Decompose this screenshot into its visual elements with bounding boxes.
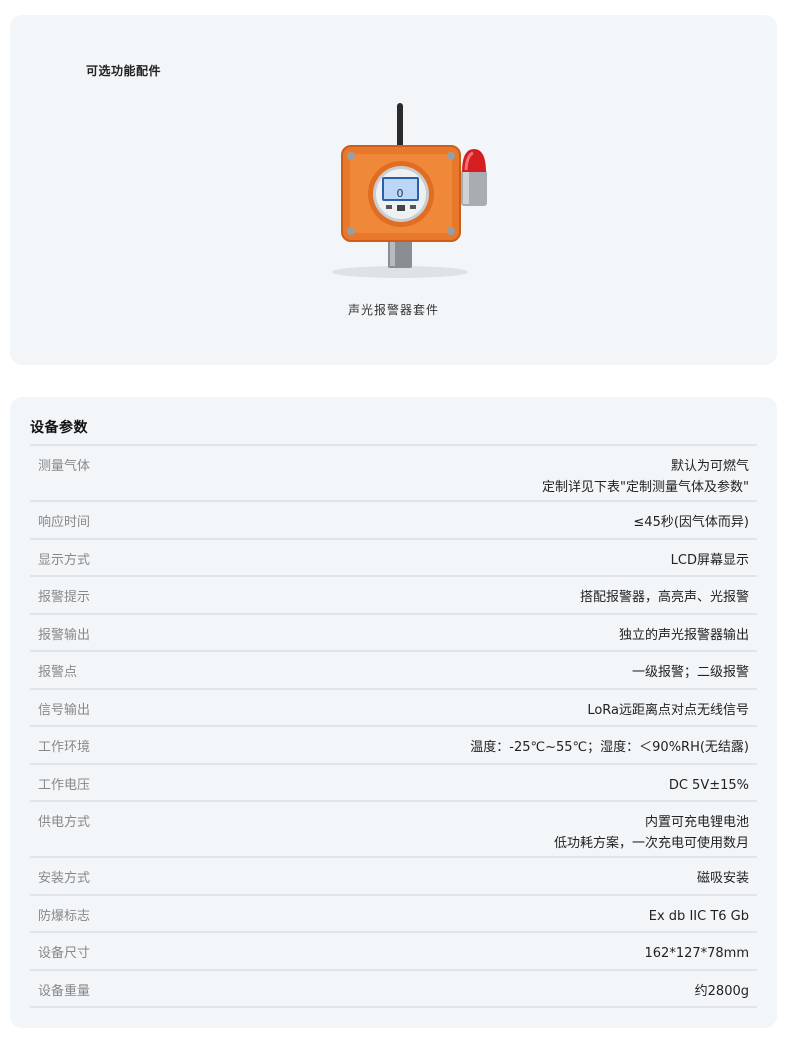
param-value-line: 约2800g — [694, 983, 749, 999]
param-label: 报警点 — [38, 665, 78, 680]
param-row: 显示方式 LCD屏幕显示 — [30, 540, 757, 577]
param-value: LoRa远距离点对点无线信号 — [587, 700, 749, 721]
param-value-line: 内置可充电锂电池 — [644, 815, 749, 830]
param-label: 防爆标志 — [38, 908, 91, 924]
param-label: 工作环境 — [38, 740, 91, 755]
param-row: 工作环境 温度：-25℃~55℃；湿度：＜90%RH(无结露) — [30, 727, 757, 765]
param-label: 信号输出 — [38, 702, 91, 718]
param-value: LCD屏幕显示 — [671, 550, 749, 571]
param-value-line: 搭配报警器，高亮声、光报警 — [579, 590, 749, 605]
param-value-line: 独立的声光报警器输出 — [618, 627, 749, 643]
param-value: DC 5V±15% — [669, 775, 749, 796]
param-label: 测量气体 — [38, 459, 91, 474]
param-row: 测量气体 默认为可燃气定制详见下表"定制测量气体及参数" — [30, 446, 757, 502]
param-row: 报警提示 搭配报警器，高亮声、光报警 — [30, 577, 757, 615]
param-row: 设备重量 约2800g — [30, 971, 757, 1008]
param-label: 显示方式 — [38, 552, 91, 568]
param-value-line: 低功耗方案，一次充电可使用数月 — [553, 836, 749, 851]
param-label: 响应时间 — [38, 515, 91, 530]
param-value: 162*127*78mm — [645, 943, 750, 964]
param-value-line: 一级报警；二级报警 — [631, 665, 749, 680]
param-value: 磁吸安装 — [697, 868, 749, 889]
params-title: 设备参数 — [30, 420, 88, 436]
param-label: 工作电压 — [38, 777, 91, 793]
param-value: Ex db IIC T6 Gb — [649, 906, 749, 927]
param-value: 搭配报警器，高亮声、光报警 — [580, 587, 749, 608]
param-row: 工作电压 DC 5V±15% — [30, 765, 757, 802]
param-label: 报警提示 — [38, 590, 91, 605]
gas-detector-with-alarm-image: 0 — [330, 100, 500, 285]
param-value-line: 162*127*78mm — [644, 946, 750, 961]
param-value-line: ≤45秒(因气体而异) — [633, 515, 749, 530]
param-label: 设备重量 — [38, 983, 91, 999]
param-value-line: 温度：-25℃~55℃；湿度：＜90%RH(无结露) — [470, 740, 749, 755]
param-value-line: Ex db IIC T6 Gb — [648, 908, 749, 924]
param-row: 防爆标志 Ex db IIC T6 Gb — [30, 896, 757, 933]
param-value: 一级报警；二级报警 — [632, 662, 749, 683]
param-row: 响应时间 ≤45秒(因气体而异) — [30, 502, 757, 540]
param-row: 信号输出 LoRa远距离点对点无线信号 — [30, 690, 757, 727]
param-row: 安装方式 磁吸安装 — [30, 858, 757, 896]
param-value-line: 定制详见下表"定制测量气体及参数" — [542, 480, 749, 495]
param-value: 默认为可燃气定制详见下表"定制测量气体及参数" — [542, 456, 749, 498]
param-label: 设备尺寸 — [38, 946, 91, 961]
param-value-line: LoRa远距离点对点无线信号 — [587, 702, 749, 718]
param-value: 温度：-25℃~55℃；湿度：＜90%RH(无结露) — [470, 737, 749, 758]
accessory-caption: 声光报警器套件 — [347, 303, 439, 317]
param-value-line: DC 5V±15% — [668, 777, 749, 793]
param-value-line: LCD屏幕显示 — [670, 552, 749, 568]
param-value-line: 磁吸安装 — [696, 871, 749, 886]
param-value: 内置可充电锂电池低功耗方案，一次充电可使用数月 — [554, 812, 749, 854]
param-value: ≤45秒(因气体而异) — [633, 512, 749, 533]
param-row: 报警点 一级报警；二级报警 — [30, 652, 757, 690]
param-label: 报警输出 — [38, 627, 91, 643]
params-table: 测量气体 默认为可燃气定制详见下表"定制测量气体及参数" 响应时间 ≤45秒(因气体而… — [30, 444, 757, 1008]
param-label: 供电方式 — [38, 815, 91, 830]
params-card: 设备参数 测量气体 默认为可燃气定制详见下表"定制测量气体及参数" 响应时间 ≤45秒… — [10, 397, 777, 1028]
param-value: 独立的声光报警器输出 — [619, 625, 749, 646]
param-value: 约2800g — [695, 981, 749, 1002]
param-row: 设备尺寸 162*127*78mm — [30, 933, 757, 971]
accessories-title: 可选功能配件 — [86, 64, 162, 78]
device-screen-value: 0 — [397, 187, 404, 200]
param-row: 报警输出 独立的声光报警器输出 — [30, 615, 757, 652]
param-row: 供电方式 内置可充电锂电池低功耗方案，一次充电可使用数月 — [30, 802, 757, 858]
device-illustration: 0 — [332, 103, 487, 278]
param-value-line: 默认为可燃气 — [670, 459, 749, 474]
param-label: 安装方式 — [38, 871, 91, 886]
accessory-card: 可选功能配件 0 声光报警器套件 — [10, 15, 777, 365]
